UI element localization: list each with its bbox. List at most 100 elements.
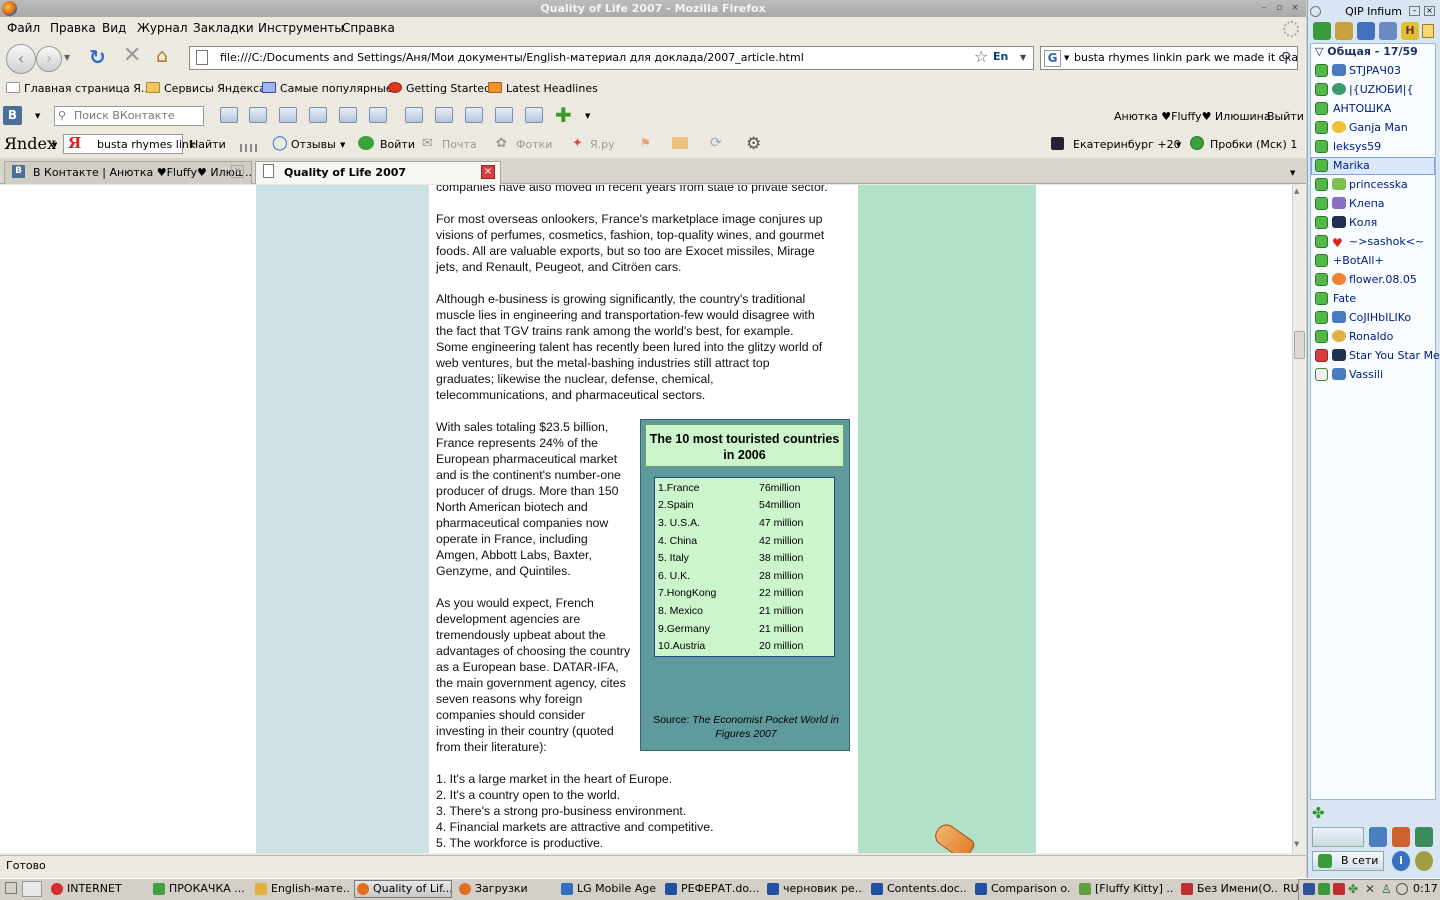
- qip-info-icon[interactable]: i: [1392, 851, 1410, 871]
- menu-tools[interactable]: Инструменты: [258, 21, 344, 35]
- money-icon[interactable]: [672, 137, 688, 149]
- task-internet[interactable]: INTERNET: [48, 880, 146, 898]
- vk-messages-icon[interactable]: [220, 107, 238, 123]
- vk-friends-icon[interactable]: [309, 107, 327, 123]
- yandex-find-button[interactable]: Найти: [190, 138, 226, 151]
- contact-item[interactable]: Marika: [1333, 157, 1435, 175]
- task-bez-imeni[interactable]: Без Имени(O...: [1178, 880, 1278, 898]
- tab-close-icon[interactable]: ×: [231, 165, 244, 178]
- desktop-button[interactable]: [5, 882, 17, 894]
- task-prokachka[interactable]: ПРОКАЧКА ...: [150, 880, 248, 898]
- qip-hourglass-icon[interactable]: [1415, 827, 1433, 847]
- yandex-weather[interactable]: Екатеринбург +20: [1073, 138, 1181, 151]
- vk-groups-icon[interactable]: [525, 107, 543, 123]
- url-dropdown-icon[interactable]: ▼: [1020, 53, 1026, 62]
- url-bar[interactable]: file:///C:/Documents and Settings/Аня/Мо…: [189, 46, 1034, 70]
- contact-item[interactable]: princesska: [1332, 176, 1434, 194]
- bookmark-star-icon[interactable]: ☆: [974, 47, 988, 66]
- menu-help[interactable]: Справка: [342, 21, 395, 35]
- google-engine-icon[interactable]: G: [1044, 50, 1061, 67]
- tray-network-icon[interactable]: [1303, 883, 1315, 895]
- yandex-photos-button[interactable]: Фотки: [516, 138, 552, 151]
- vk-add-icon[interactable]: ✚: [555, 104, 572, 126]
- contact-item[interactable]: flower.08.05: [1332, 271, 1434, 289]
- forward-button[interactable]: ›: [36, 46, 62, 72]
- yandex-reviews-button[interactable]: Отзывы: [291, 138, 336, 151]
- tray-qip-icon[interactable]: [1318, 883, 1330, 895]
- translate-icon[interactable]: ⟳: [710, 135, 722, 151]
- search-magnifier-icon[interactable]: ⚲: [1281, 50, 1291, 66]
- engine-dropdown-icon[interactable]: ▼: [1064, 54, 1069, 62]
- qip-contacts-icon[interactable]: [1379, 22, 1397, 40]
- qip-search-icon[interactable]: [1369, 827, 1387, 847]
- keyboard-language[interactable]: RU: [1283, 882, 1299, 895]
- contact-item[interactable]: |{UZЮБИ|{: [1332, 81, 1434, 99]
- tab-list-dropdown-icon[interactable]: ▼: [1290, 169, 1295, 177]
- contact-item[interactable]: Vassili: [1332, 366, 1434, 384]
- contact-item[interactable]: Коля: [1332, 214, 1434, 232]
- vk-home-icon[interactable]: [279, 107, 297, 123]
- tray-volume-icon[interactable]: [1396, 883, 1408, 895]
- bookmark-most-popular[interactable]: Самые популярные: [262, 82, 393, 95]
- contact-item[interactable]: Star You Star Me: [1332, 347, 1440, 365]
- qip-xstatus-icon[interactable]: [1415, 851, 1433, 871]
- contact-item[interactable]: АНТОШКА: [1333, 100, 1435, 118]
- qip-help-icon[interactable]: H: [1401, 22, 1419, 40]
- reviews-dropdown-icon[interactable]: ▼: [340, 141, 345, 149]
- menu-file[interactable]: Файл: [7, 21, 40, 35]
- vk-photos-icon[interactable]: [339, 107, 357, 123]
- maximize-button[interactable]: ▫: [1273, 3, 1285, 14]
- history-dropdown-icon[interactable]: ▼: [64, 53, 70, 62]
- menu-bookmarks[interactable]: Закладки: [193, 21, 254, 35]
- bookmark-yandex-home[interactable]: Главная страница Я...: [6, 82, 151, 95]
- vk-documents-icon[interactable]: [495, 107, 513, 123]
- tray-clover-icon[interactable]: ✤: [1348, 882, 1358, 896]
- task-comparison[interactable]: Comparison o...: [972, 880, 1072, 898]
- vk-music-icon[interactable]: [465, 107, 483, 123]
- stop-icon[interactable]: ✕: [123, 45, 141, 67]
- vertical-scrollbar[interactable]: ▲ ▼: [1292, 185, 1306, 853]
- scroll-down-icon[interactable]: ▼: [1294, 840, 1299, 848]
- vk-search-input[interactable]: Поиск ВКонтакте: [54, 106, 204, 126]
- back-button[interactable]: ‹: [6, 44, 36, 74]
- tray-person-icon[interactable]: ♙: [1381, 882, 1392, 896]
- contact-item[interactable]: Клепа: [1332, 195, 1434, 213]
- tray-zonealarm-icon[interactable]: [1333, 883, 1345, 895]
- tray-tools-icon[interactable]: ✕: [1365, 882, 1375, 896]
- qip-close-button[interactable]: ×: [1424, 6, 1435, 16]
- reload-icon[interactable]: ↻: [89, 47, 106, 67]
- home-icon[interactable]: ⌂: [156, 45, 168, 67]
- vk-user-name[interactable]: Анютка ♥Fluffy♥ Илюшина: [1114, 110, 1271, 123]
- qip-settings-icon[interactable]: [1392, 827, 1410, 847]
- task-downloads[interactable]: Загрузки: [456, 880, 554, 898]
- search-input[interactable]: busta rhymes linkin park we made it скач…: [1040, 46, 1298, 70]
- task-referat-doc[interactable]: РЕФЕРАТ.do...: [662, 880, 760, 898]
- yandex-logo[interactable]: Яndex: [4, 134, 56, 154]
- contact-item[interactable]: Ganja Man: [1332, 119, 1434, 137]
- scrollbar-thumb[interactable]: [1294, 331, 1305, 359]
- yandex-menu-dropdown-icon[interactable]: ▼: [52, 141, 57, 149]
- tab-close-icon[interactable]: ×: [481, 165, 495, 179]
- vk-menu-dropdown-icon[interactable]: ▼: [35, 112, 40, 120]
- contact-item[interactable]: leksys59: [1333, 138, 1435, 156]
- contact-item[interactable]: ♥ ~>sashok<~: [1332, 233, 1434, 251]
- contact-item[interactable]: Ronaldo: [1332, 328, 1434, 346]
- contact-item[interactable]: СоJIHbILIKo: [1332, 309, 1434, 327]
- bonus-icon[interactable]: ⚑: [640, 136, 651, 150]
- menu-history[interactable]: Журнал: [137, 21, 188, 35]
- vk-more-dropdown-icon[interactable]: ▼: [585, 112, 590, 120]
- task-lg-mobile-agent[interactable]: LG Mobile Agent: [558, 880, 658, 898]
- contact-item[interactable]: Fate: [1333, 290, 1435, 308]
- qip-group-header[interactable]: ▽ Общая - 17/59: [1315, 45, 1418, 58]
- tab-quality-of-life[interactable]: Quality of Life 2007: [255, 161, 501, 184]
- bookmark-latest-headlines[interactable]: Latest Headlines: [488, 82, 598, 95]
- close-window-button[interactable]: ×: [1289, 3, 1301, 14]
- contact-item[interactable]: +BotAll+: [1333, 252, 1435, 270]
- vk-video-icon[interactable]: [369, 107, 387, 123]
- weather-dropdown-icon[interactable]: ▼: [1176, 141, 1181, 149]
- bookmark-getting-started[interactable]: Getting Started: [388, 82, 491, 95]
- yandex-login-button[interactable]: Войти: [380, 138, 415, 151]
- qip-main-menu-button[interactable]: [1312, 827, 1364, 847]
- contact-item[interactable]: STJPAЧ03: [1332, 62, 1434, 80]
- task-contents-doc[interactable]: Contents.doc...: [868, 880, 968, 898]
